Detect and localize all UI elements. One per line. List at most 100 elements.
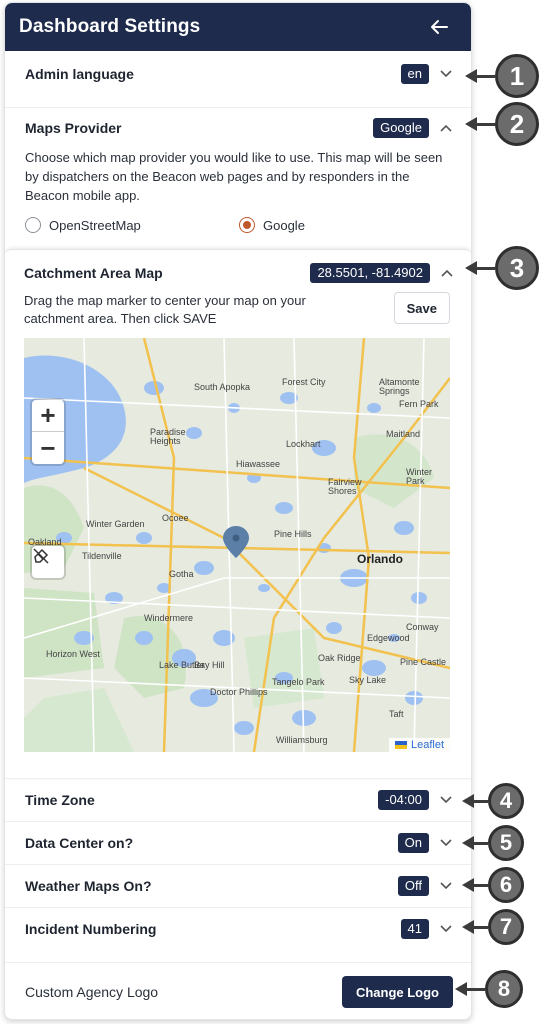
chevron-down-icon[interactable] — [439, 922, 453, 936]
callout-2: 2 — [465, 102, 539, 146]
chevron-down-icon[interactable] — [439, 67, 453, 81]
arrowhead — [465, 69, 477, 83]
map-label: Pine Castle — [400, 657, 447, 667]
map-label: Pine Hills — [274, 529, 312, 539]
data-center-label: Data Center on? — [25, 835, 134, 851]
zoom-control: + − — [32, 400, 64, 464]
admin-language-row[interactable]: Admin language en — [5, 51, 471, 97]
map-label: Bay Hill — [194, 660, 225, 670]
data-center-row[interactable]: Data Center on? On — [5, 822, 471, 864]
callout-line — [467, 987, 485, 991]
maps-provider-row[interactable]: Maps Provider Google — [5, 108, 471, 148]
time-zone-row[interactable]: Time Zone -04:00 — [5, 779, 471, 821]
maps-provider-description: Choose which map provider you would like… — [25, 150, 443, 203]
map-label: Edgewood — [367, 633, 410, 643]
map-attribution[interactable]: Leaflet — [388, 738, 450, 752]
map-label: Hiawassee — [236, 459, 281, 469]
callout-7: 7 — [462, 909, 524, 945]
chevron-down-icon[interactable] — [439, 879, 453, 893]
map-label: Doctor Phillips — [210, 687, 268, 697]
callout-3: 3 — [465, 246, 539, 290]
incident-numbering-badge: 41 — [400, 919, 429, 939]
map-label: Fern Park — [399, 399, 439, 409]
callout-line — [477, 74, 495, 78]
chevron-down-icon[interactable] — [439, 793, 453, 807]
map-label: Altamonte Springs — [379, 377, 420, 396]
radio-dot — [243, 221, 251, 229]
arrowhead — [465, 261, 477, 275]
map-label: Winter Garden — [86, 519, 145, 529]
map-label: Horizon West — [46, 649, 100, 659]
callout-number: 3 — [495, 246, 539, 290]
callout-line — [474, 841, 488, 845]
callout-number: 6 — [488, 867, 524, 903]
map-label: Fairview Shores — [328, 477, 362, 496]
radio-label: OpenStreetMap — [49, 217, 141, 233]
save-button[interactable]: Save — [393, 292, 450, 324]
radio-circle-selected[interactable] — [239, 217, 255, 233]
callout-line — [477, 122, 495, 126]
callout-number: 4 — [488, 783, 524, 819]
map-label: Maitland — [386, 429, 421, 439]
weather-maps-label: Weather Maps On? — [25, 878, 152, 894]
radio-google[interactable]: Google — [239, 217, 305, 233]
catchment-map[interactable]: South Apopka Forest City Altamonte Sprin… — [24, 338, 450, 752]
radio-openstreetmap[interactable]: OpenStreetMap — [25, 217, 239, 233]
chevron-up-icon[interactable] — [439, 121, 453, 135]
callout-line — [474, 883, 488, 887]
arrowhead — [462, 920, 474, 934]
incident-numbering-row[interactable]: Incident Numbering 41 — [5, 908, 471, 950]
callout-1: 1 — [465, 54, 539, 98]
arrowhead — [455, 982, 467, 996]
agency-logo-row: Custom Agency Logo Change Logo — [5, 963, 471, 1019]
weather-maps-badge: Off — [397, 876, 429, 896]
admin-language-badge: en — [400, 64, 429, 84]
callout-number: 8 — [485, 970, 523, 1008]
map-label: Oak Ridge — [318, 653, 361, 663]
chevron-down-icon[interactable] — [439, 836, 453, 850]
catchment-instructions: Drag the map marker to center your map o… — [24, 293, 306, 326]
maps-provider-label: Maps Provider — [25, 120, 122, 136]
catchment-area-label: Catchment Area Map — [24, 265, 163, 281]
arrowhead — [465, 117, 477, 131]
eraser-icon[interactable] — [32, 546, 64, 578]
data-center-badge: On — [397, 833, 429, 853]
callout-number: 7 — [488, 909, 524, 945]
catchment-area-row[interactable]: Catchment Area Map 28.5501, -81.4902 — [5, 250, 471, 292]
map-label: Conway — [406, 622, 439, 632]
ukraine-flag-icon — [394, 741, 407, 749]
chevron-up-icon[interactable] — [440, 266, 454, 280]
map-label: Taft — [389, 709, 404, 719]
zoom-out-button[interactable]: − — [32, 432, 64, 464]
callout-6: 6 — [462, 867, 524, 903]
change-logo-button[interactable]: Change Logo — [341, 976, 453, 1008]
coordinates-badge: 28.5501, -81.4902 — [310, 263, 430, 283]
admin-language-label: Admin language — [25, 66, 134, 82]
map-label: Winter Park — [406, 467, 433, 486]
settings-panel: Dashboard Settings Admin language en Map… — [4, 2, 472, 1020]
maps-provider-badge: Google — [373, 118, 429, 138]
callout-5: 5 — [462, 825, 524, 861]
callout-8: 8 — [455, 970, 523, 1008]
maps-provider-options: OpenStreetMap Google — [5, 217, 471, 233]
weather-maps-row[interactable]: Weather Maps On? Off — [5, 865, 471, 907]
zoom-in-button[interactable]: + — [32, 400, 64, 432]
catchment-instructions-row: Drag the map marker to center your map o… — [5, 292, 471, 328]
map-label: South Apopka — [194, 382, 251, 392]
callout-number: 1 — [495, 54, 539, 98]
leaflet-link[interactable]: Leaflet — [411, 739, 444, 751]
callout-line — [477, 266, 495, 270]
map-label: Gotha — [169, 569, 194, 579]
radio-circle[interactable] — [25, 217, 41, 233]
callout-4: 4 — [462, 783, 524, 819]
map-label: Lockhart — [286, 439, 321, 449]
map-label: Paradise Heights — [150, 427, 186, 446]
map-label: Windermere — [144, 613, 194, 623]
callout-number: 2 — [495, 102, 539, 146]
catchment-area-card: Catchment Area Map 28.5501, -81.4902 Dra… — [5, 249, 471, 778]
map-label: Ocoee — [162, 513, 189, 523]
callout-line — [474, 925, 488, 929]
map-label: Forest City — [282, 377, 326, 387]
back-arrow-icon[interactable] — [427, 15, 451, 39]
page-title: Dashboard Settings — [19, 16, 201, 37]
